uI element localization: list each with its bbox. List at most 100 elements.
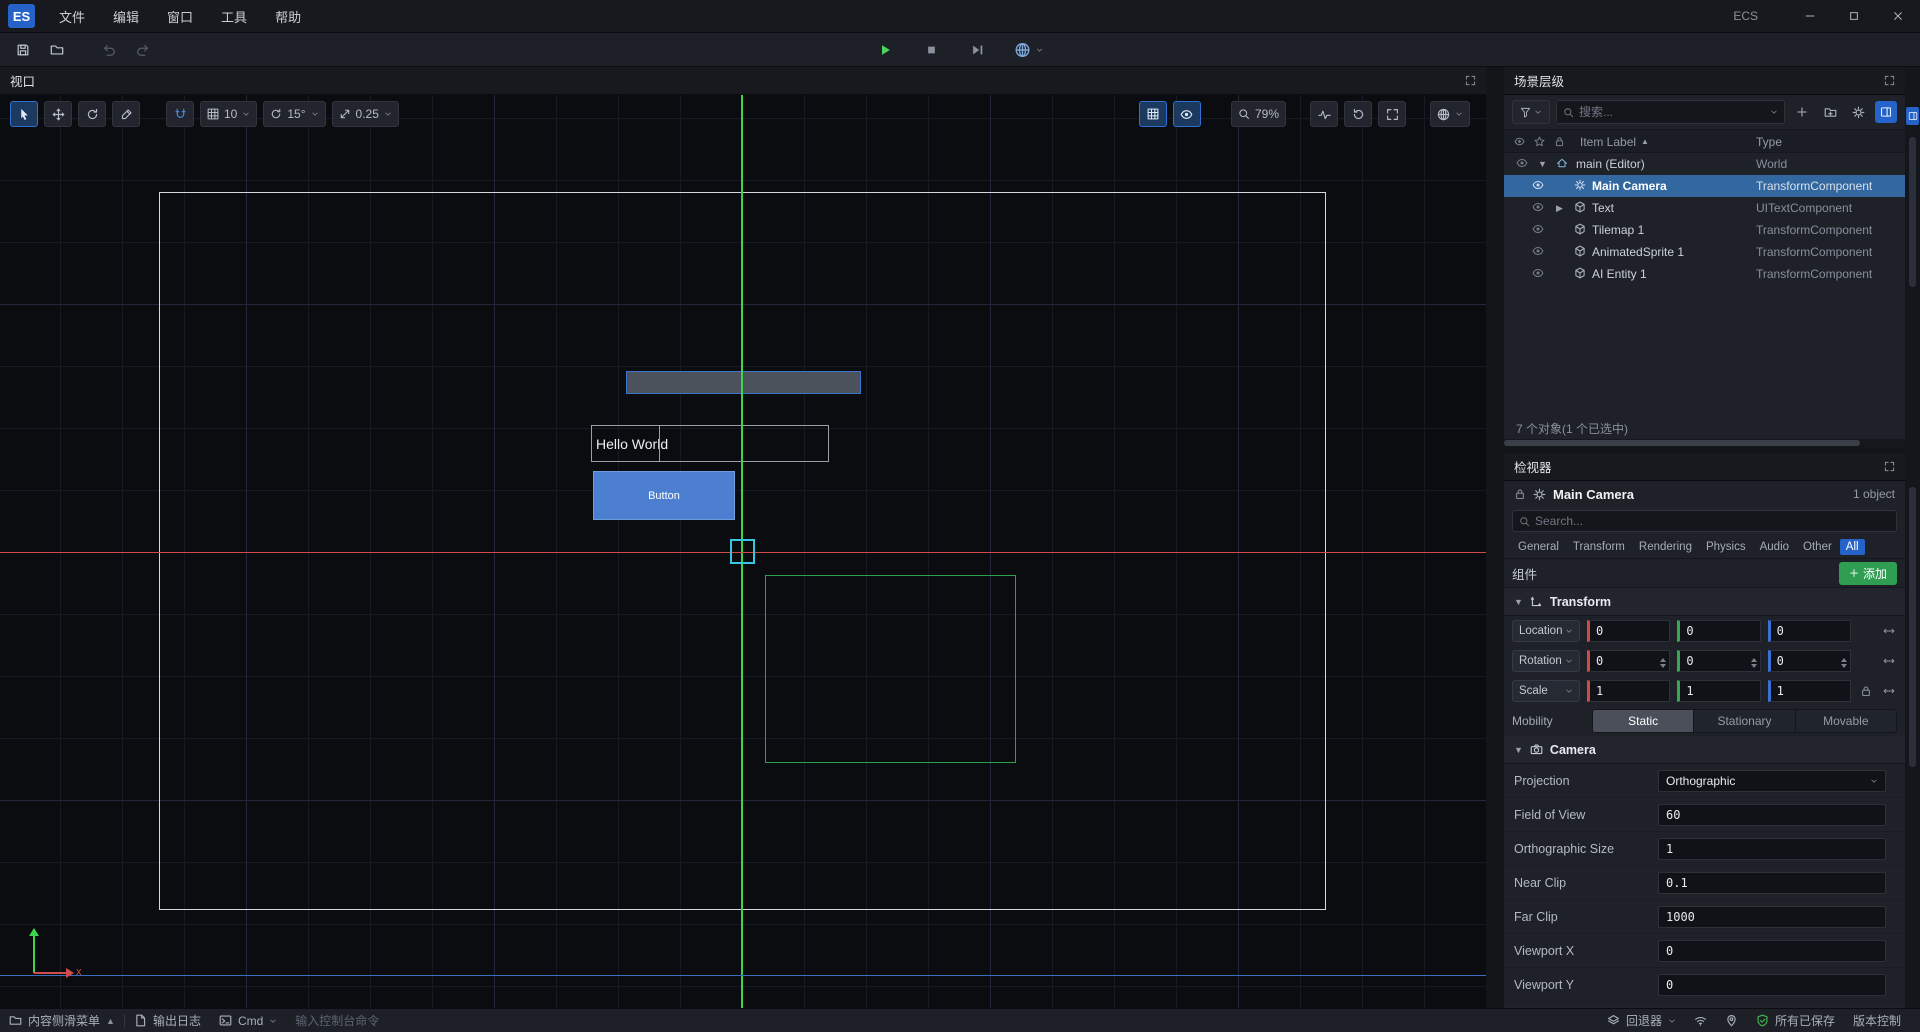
- far-clip-input[interactable]: 1000: [1658, 906, 1886, 928]
- ui-button-widget[interactable]: Button: [593, 471, 735, 520]
- fullscreen-button[interactable]: [1378, 101, 1406, 127]
- tab-audio[interactable]: Audio: [1754, 539, 1795, 555]
- visibility-eye-icon[interactable]: [1516, 157, 1528, 169]
- play-mode-dropdown[interactable]: [1009, 39, 1050, 61]
- menu-file[interactable]: 文件: [45, 0, 99, 33]
- text-widget[interactable]: Hello World: [591, 425, 829, 462]
- new-folder-button[interactable]: [1819, 101, 1841, 123]
- tab-physics[interactable]: Physics: [1700, 539, 1752, 555]
- expand-icon[interactable]: [1465, 75, 1476, 86]
- select-tool[interactable]: [10, 101, 38, 127]
- transform-section-header[interactable]: ▼ Transform: [1504, 588, 1905, 616]
- lock-scale-icon[interactable]: [1858, 685, 1874, 697]
- version-control-button[interactable]: 版本控制: [1844, 1009, 1910, 1032]
- projection-dropdown[interactable]: Orthographic: [1658, 770, 1886, 792]
- spinner-icon[interactable]: [1751, 655, 1757, 671]
- save-button[interactable]: [8, 36, 38, 64]
- hierarchy-settings-button[interactable]: [1847, 101, 1869, 123]
- add-component-button[interactable]: 添加: [1839, 562, 1897, 585]
- layout-button[interactable]: [1875, 101, 1897, 123]
- orthographic-size-input[interactable]: 1: [1658, 838, 1886, 860]
- hierarchy-row-tilemap[interactable]: Tilemap 1 TransformComponent: [1504, 219, 1905, 241]
- rollback-dropdown[interactable]: 回退器: [1598, 1009, 1685, 1032]
- selection-marker[interactable]: [730, 539, 755, 564]
- content-drawer-button[interactable]: 内容侧滑菜单 ▲: [0, 1009, 124, 1032]
- column-item-label[interactable]: Item Label ▲: [1580, 130, 1649, 154]
- lock-column-icon[interactable]: [1554, 136, 1565, 147]
- link-axes-icon[interactable]: [1881, 625, 1897, 637]
- visibility-eye-icon[interactable]: [1532, 245, 1544, 257]
- inspector-search[interactable]: [1512, 510, 1897, 532]
- rotation-x-input[interactable]: 0: [1587, 650, 1670, 672]
- expand-icon[interactable]: [1884, 461, 1895, 472]
- menu-edit[interactable]: 编辑: [99, 0, 153, 33]
- location-y-input[interactable]: 0: [1677, 620, 1760, 642]
- play-button[interactable]: [871, 36, 901, 64]
- network-status-button[interactable]: [1685, 1009, 1716, 1032]
- open-button[interactable]: [42, 36, 72, 64]
- collapse-caret-icon[interactable]: ▼: [1538, 153, 1547, 175]
- minimize-button[interactable]: [1788, 0, 1832, 33]
- tab-other[interactable]: Other: [1797, 539, 1838, 555]
- scrollbar-thumb[interactable]: [1909, 487, 1916, 767]
- link-axes-icon[interactable]: [1881, 685, 1897, 697]
- scale-dropdown[interactable]: Scale: [1512, 680, 1580, 702]
- hierarchy-row-text[interactable]: ▶ Text UITextComponent: [1504, 197, 1905, 219]
- viewport-canvas[interactable]: 10 15° 0.25: [0, 95, 1486, 1008]
- viewport-y-input[interactable]: 0: [1658, 974, 1886, 996]
- hierarchy-search[interactable]: [1556, 100, 1785, 124]
- close-button[interactable]: [1876, 0, 1920, 33]
- mobility-static[interactable]: Static: [1593, 710, 1693, 732]
- rotation-z-input[interactable]: 0: [1768, 650, 1851, 672]
- inspector-search-input[interactable]: [1535, 514, 1890, 528]
- cmd-dropdown[interactable]: Cmd: [210, 1009, 286, 1032]
- rotation-dropdown[interactable]: Rotation: [1512, 650, 1580, 672]
- output-log-button[interactable]: 输出日志: [125, 1009, 210, 1032]
- field-of-view-input[interactable]: 60: [1658, 804, 1886, 826]
- collapse-caret-icon[interactable]: ▼: [1514, 597, 1523, 607]
- hierarchy-hscrollbar[interactable]: [1504, 439, 1905, 447]
- visibility-eye-icon[interactable]: [1532, 267, 1544, 279]
- star-column-icon[interactable]: [1534, 136, 1545, 147]
- tab-all[interactable]: All: [1840, 539, 1865, 555]
- stats-button[interactable]: [1310, 101, 1338, 127]
- entity-bounds-rect[interactable]: [765, 575, 1016, 763]
- rotate-snap-dropdown[interactable]: 15°: [263, 101, 325, 127]
- maximize-button[interactable]: [1832, 0, 1876, 33]
- eye-column-icon[interactable]: [1514, 136, 1525, 147]
- stop-button[interactable]: [917, 36, 947, 64]
- viewport-x-input[interactable]: 0: [1658, 940, 1886, 962]
- menu-help[interactable]: 帮助: [261, 0, 315, 33]
- world-dropdown[interactable]: [1430, 101, 1470, 127]
- zoom-indicator[interactable]: 79%: [1231, 101, 1286, 127]
- visibility-toggle[interactable]: [1173, 101, 1201, 127]
- save-status[interactable]: 所有已保存: [1747, 1009, 1844, 1032]
- scale-x-input[interactable]: 1: [1587, 680, 1670, 702]
- location-dropdown[interactable]: Location: [1512, 620, 1580, 642]
- console-command-input[interactable]: 输入控制台命令: [286, 1009, 388, 1032]
- hierarchy-row-animatedsprite[interactable]: AnimatedSprite 1 TransformComponent: [1504, 241, 1905, 263]
- visibility-eye-icon[interactable]: [1532, 179, 1544, 191]
- lock-icon[interactable]: [1514, 488, 1526, 500]
- visibility-eye-icon[interactable]: [1532, 223, 1544, 235]
- visibility-eye-icon[interactable]: [1532, 201, 1544, 213]
- tab-transform[interactable]: Transform: [1567, 539, 1631, 555]
- tab-general[interactable]: General: [1512, 539, 1565, 555]
- filter-button[interactable]: [1512, 100, 1550, 124]
- near-clip-input[interactable]: 0.1: [1658, 872, 1886, 894]
- camera-section-header[interactable]: ▼ Camera: [1504, 736, 1905, 764]
- reset-view-button[interactable]: [1344, 101, 1372, 127]
- scale-z-input[interactable]: 1: [1768, 680, 1851, 702]
- spinner-icon[interactable]: [1841, 655, 1847, 671]
- location-x-input[interactable]: 0: [1587, 620, 1670, 642]
- mobility-stationary[interactable]: Stationary: [1693, 710, 1794, 732]
- scrollbar-thumb[interactable]: [1504, 440, 1860, 446]
- undo-button[interactable]: [94, 36, 124, 64]
- expand-icon[interactable]: [1884, 75, 1895, 86]
- expand-caret-icon[interactable]: ▶: [1556, 197, 1563, 219]
- step-button[interactable]: [963, 36, 993, 64]
- scrollbar-thumb[interactable]: [1909, 137, 1916, 287]
- hierarchy-search-input[interactable]: [1579, 105, 1765, 119]
- hierarchy-row-ai-entity[interactable]: AI Entity 1 TransformComponent: [1504, 263, 1905, 285]
- hierarchy-row-main[interactable]: ▼ main (Editor) World: [1504, 153, 1905, 175]
